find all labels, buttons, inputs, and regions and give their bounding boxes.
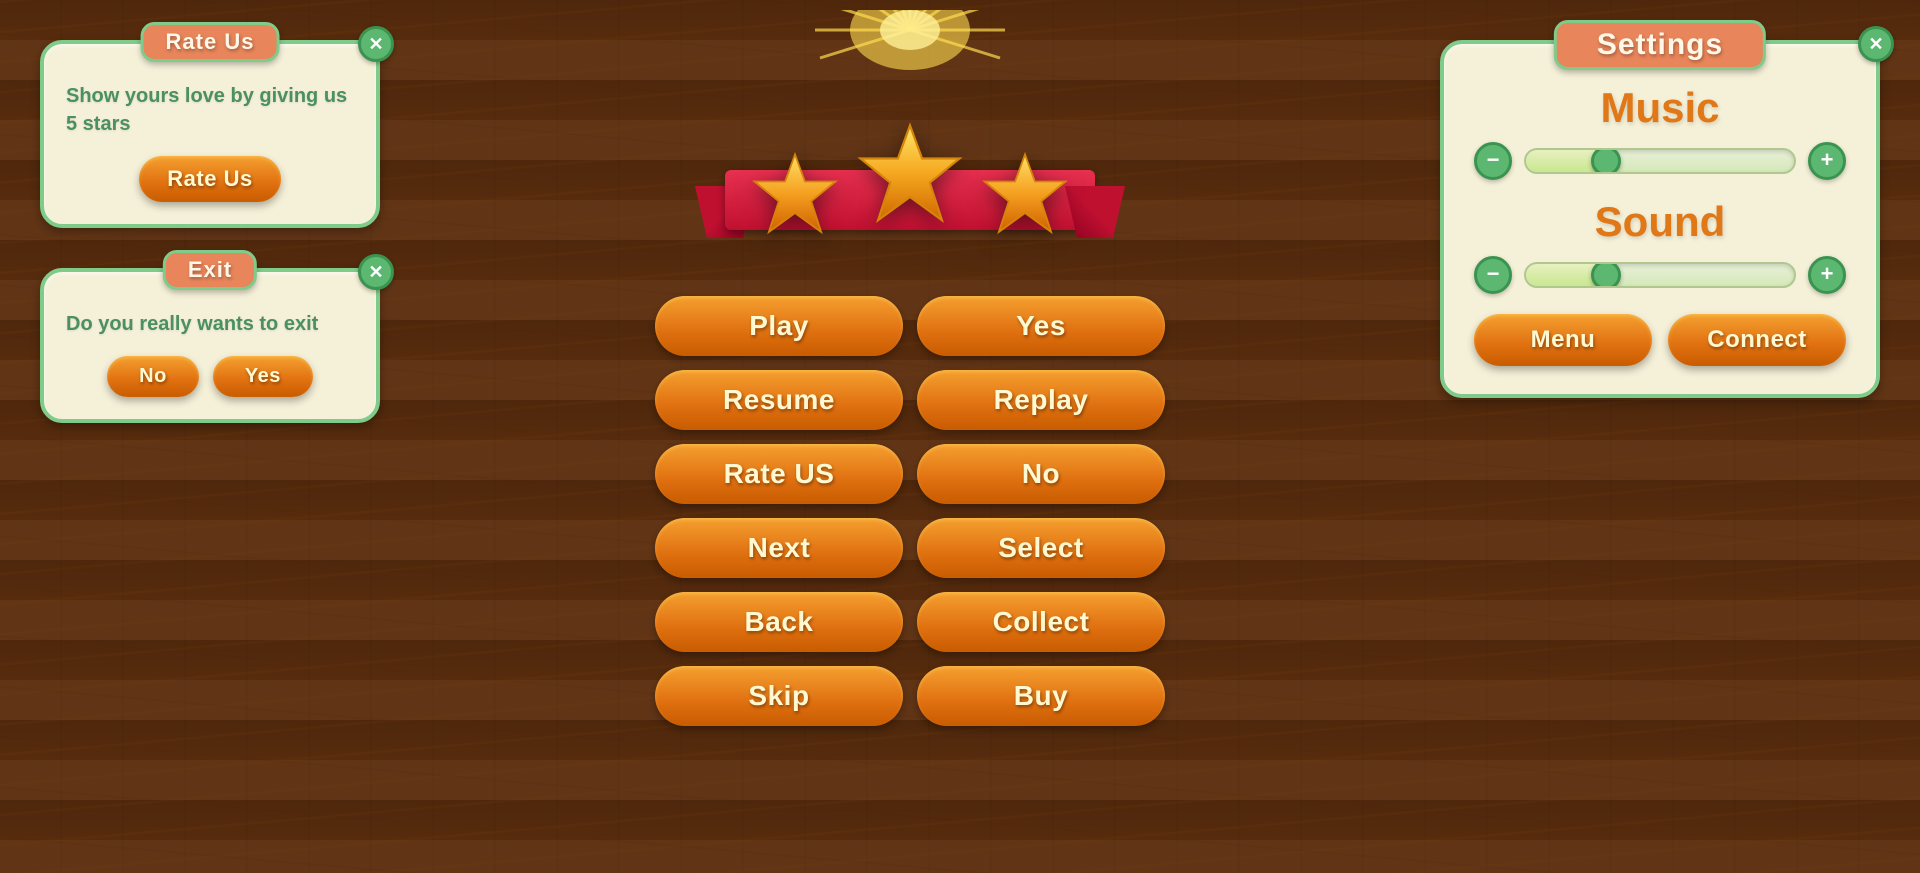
resume-button[interactable]: Resume xyxy=(655,370,903,430)
music-label: Music xyxy=(1474,84,1846,132)
music-slider-row: − + xyxy=(1474,142,1846,180)
rate-us-body-text: Show yours love by giving us 5 stars xyxy=(66,82,354,138)
sound-label: Sound xyxy=(1474,198,1846,246)
rate-us-button[interactable]: Rate Us xyxy=(139,156,280,202)
yes-button[interactable]: Yes xyxy=(917,296,1165,356)
music-plus-button[interactable]: + xyxy=(1808,142,1846,180)
exit-buttons-row: No Yes xyxy=(66,356,354,397)
connect-button[interactable]: Connect xyxy=(1668,314,1846,366)
page-container: Rate Us ✕ Show yours love by giving us 5… xyxy=(0,0,1920,873)
exit-close-icon: ✕ xyxy=(368,263,383,281)
ribbon-right-flap xyxy=(1065,186,1125,238)
exit-no-button[interactable]: No xyxy=(107,356,199,397)
exit-panel: Exit ✕ Do you really wants to exit No Ye… xyxy=(40,268,380,423)
select-button[interactable]: Select xyxy=(917,518,1165,578)
rate-us-title: Rate Us xyxy=(166,29,255,54)
star-left xyxy=(750,150,840,240)
rate-us-button-wrapper: Rate Us xyxy=(66,156,354,202)
exit-close-button[interactable]: ✕ xyxy=(358,254,394,290)
sound-minus-icon: − xyxy=(1487,263,1500,285)
left-column: Rate Us ✕ Show yours love by giving us 5… xyxy=(40,40,380,423)
sound-minus-button[interactable]: − xyxy=(1474,256,1512,294)
settings-bottom-buttons: Menu Connect xyxy=(1474,314,1846,366)
music-minus-icon: − xyxy=(1487,149,1500,171)
play-button[interactable]: Play xyxy=(655,296,903,356)
rate-us-close-button[interactable]: ✕ xyxy=(358,26,394,62)
collect-button[interactable]: Collect xyxy=(917,592,1165,652)
right-column: Settings ✕ Music − + Sound xyxy=(1440,40,1880,398)
exit-body-text: Do you really wants to exit xyxy=(66,310,354,338)
menu-button[interactable]: Menu xyxy=(1474,314,1652,366)
music-slider-thumb[interactable] xyxy=(1591,148,1621,174)
music-plus-icon: + xyxy=(1821,149,1834,171)
music-minus-button[interactable]: − xyxy=(1474,142,1512,180)
button-grid: Play Yes Resume Replay Rate US No Next S… xyxy=(655,296,1165,726)
rate-us-panel: Rate Us ✕ Show yours love by giving us 5… xyxy=(40,40,380,228)
settings-close-icon: ✕ xyxy=(1868,35,1883,53)
sound-slider-row: − + xyxy=(1474,256,1846,294)
sound-plus-icon: + xyxy=(1821,263,1834,285)
buy-button[interactable]: Buy xyxy=(917,666,1165,726)
exit-title-bar: Exit xyxy=(163,250,257,290)
settings-title-bar: Settings xyxy=(1554,20,1766,70)
sound-plus-button[interactable]: + xyxy=(1808,256,1846,294)
star-center xyxy=(855,120,965,230)
exit-title: Exit xyxy=(188,257,232,282)
rate-us-close-icon: ✕ xyxy=(368,35,383,53)
next-button[interactable]: Next xyxy=(655,518,903,578)
no-button[interactable]: No xyxy=(917,444,1165,504)
star-right xyxy=(980,150,1070,240)
settings-title: Settings xyxy=(1597,28,1723,61)
replay-button[interactable]: Replay xyxy=(917,370,1165,430)
back-button[interactable]: Back xyxy=(655,592,903,652)
settings-panel: Settings ✕ Music − + Sound xyxy=(1440,40,1880,398)
stars-area xyxy=(680,30,1140,270)
exit-yes-button[interactable]: Yes xyxy=(213,356,313,397)
sound-slider-thumb[interactable] xyxy=(1591,262,1621,288)
music-slider-track[interactable] xyxy=(1524,148,1796,174)
center-column: Play Yes Resume Replay Rate US No Next S… xyxy=(380,30,1440,726)
rate-us-title-bar: Rate Us xyxy=(141,22,280,62)
sound-slider-track[interactable] xyxy=(1524,262,1796,288)
rate-us-grid-button[interactable]: Rate US xyxy=(655,444,903,504)
stars-row xyxy=(750,130,1070,240)
settings-close-button[interactable]: ✕ xyxy=(1858,26,1894,62)
skip-button[interactable]: Skip xyxy=(655,666,903,726)
